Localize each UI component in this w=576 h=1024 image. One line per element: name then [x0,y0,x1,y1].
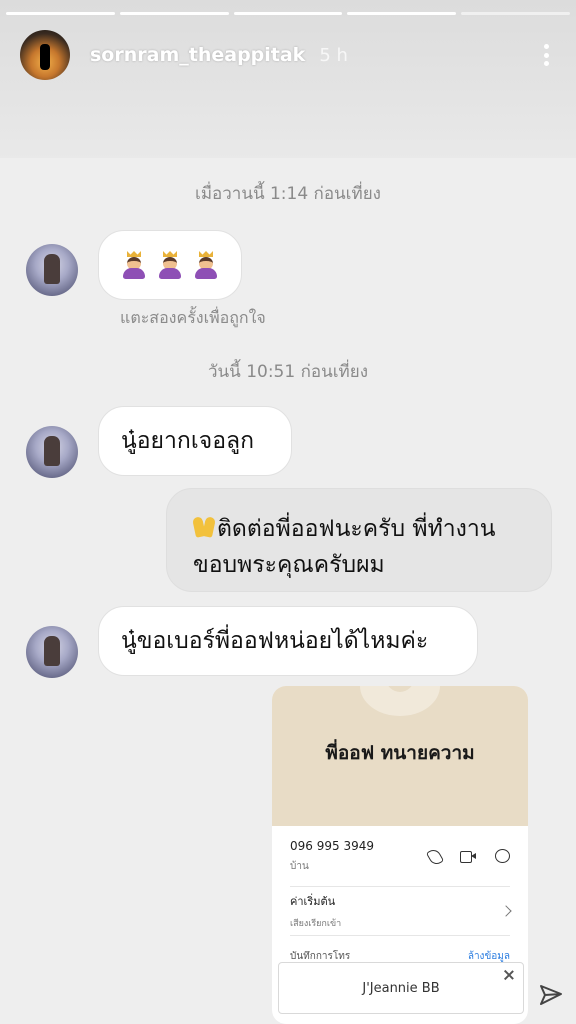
emoji-row [121,251,219,279]
progress-segment [347,12,457,15]
phone-number: 096 995 3949 [290,838,374,853]
message-bubble-sent: ติดต่อพี่ออฟนะครับ พี่ทำงาน ขอบพระคุณครั… [166,488,552,592]
more-vertical-icon[interactable] [536,40,556,70]
username[interactable]: sornram_theappitak [90,44,305,66]
contact-photo-icon [360,686,440,716]
progress-segment-current [461,12,570,15]
chevron-right-icon [500,905,512,917]
princess-emoji-icon [193,251,219,279]
progress-segment [233,12,343,15]
princess-emoji-icon [121,251,147,279]
reply-toast: J'Jeannie BB [278,962,524,1014]
progress-segment [6,12,115,15]
contact-phone-row: 096 995 3949 บ้าน [272,826,528,886]
chat-screenshot: เมื่อวานนี้ 1:14 ก่อนเที่ยง แตะสองครั้งเ… [0,158,576,1024]
story-time: 5 h [319,44,348,66]
contact-header: พี่ออฟ ทนายความ [272,686,528,826]
ringtone-row: ค่าเริ่มต้น เสียงเรียกเข้า [272,887,528,935]
date-separator: วันนี้ 10:51 ก่อนเที่ยง [208,362,368,382]
message-text: ติดต่อพี่ออฟนะครับ พี่ทำงาน [217,516,496,542]
contact-name: พี่ออฟ ทนายความ [325,742,475,764]
close-icon[interactable] [503,969,515,981]
send-icon[interactable] [538,982,564,1008]
message-line: ติดต่อพี่ออฟนะครับ พี่ทำงาน [193,511,525,547]
ringtone-subtitle: เสียงเรียกเข้า [290,919,342,929]
date-separator: เมื่อวานนี้ 1:14 ก่อนเที่ยง [195,184,381,204]
message-bubble-received: นู๋ขอเบอร์พี่ออฟหน่อยได้ไหมค่ะ [98,606,478,676]
message-icon [494,848,510,864]
ringtone-title: ค่าเริ่มต้น [290,895,336,908]
double-tap-hint: แตะสองครั้งเพื่อถูกใจ [120,308,266,327]
story-header: sornram_theappitak 5 h [20,30,556,80]
story-header-background [0,0,576,160]
phone-label: บ้าน [290,860,309,872]
progress-segment [119,12,229,15]
profile-avatar[interactable] [20,30,70,80]
princess-emoji-icon [157,251,183,279]
message-bubble-emoji [98,230,242,300]
avatar [26,244,78,296]
phone-icon [426,848,442,864]
message-text: นู๋ขอเบอร์พี่ออฟหน่อยได้ไหมค่ะ [121,628,429,654]
video-call-icon [460,848,476,864]
toast-text: J'Jeannie BB [362,980,440,996]
message-line: ขอบพระคุณครับผม [193,552,385,578]
avatar [26,626,78,678]
message-bubble-received: นู๋อยากเจอลูก [98,406,292,476]
avatar [26,426,78,478]
story-progress-bar [6,12,570,15]
pray-emoji-icon [193,515,215,539]
message-text: นู๋อยากเจอลูก [121,428,255,454]
